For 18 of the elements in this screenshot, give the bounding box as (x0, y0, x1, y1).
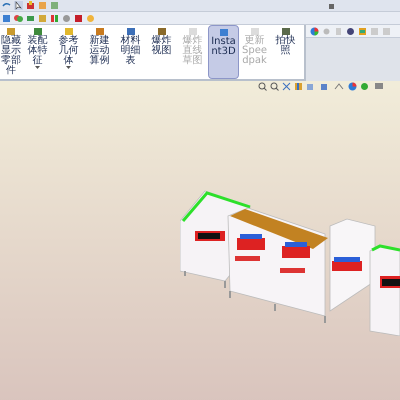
ribbon-button[interactable]: 参考几何体 (53, 25, 84, 79)
square-icon[interactable] (74, 14, 83, 22)
ribbon-button[interactable]: 爆炸视图 (146, 25, 177, 79)
ribbon-button[interactable]: Instant3D (208, 25, 239, 79)
ribbon-button[interactable]: 拍快照 (270, 25, 301, 79)
caret-icon (66, 66, 71, 69)
zoom-icon[interactable] (270, 82, 279, 91)
pointer-icon[interactable] (14, 1, 23, 10)
ribbon-button[interactable]: 新建运动算例 (84, 25, 115, 79)
mate-icon[interactable] (14, 14, 23, 22)
undo-icon[interactable] (2, 2, 11, 10)
color-wheel-icon[interactable] (348, 82, 357, 91)
color-wheel-icon[interactable] (310, 26, 319, 36)
zoom-icon[interactable] (258, 82, 267, 91)
ribbon-button[interactable]: 隐藏显示零部件 (0, 25, 22, 79)
ribbon-button[interactable]: 装配体特征 (22, 25, 53, 79)
caret-icon (35, 66, 40, 69)
ribbon-button[interactable]: 材料明细表 (115, 25, 146, 79)
